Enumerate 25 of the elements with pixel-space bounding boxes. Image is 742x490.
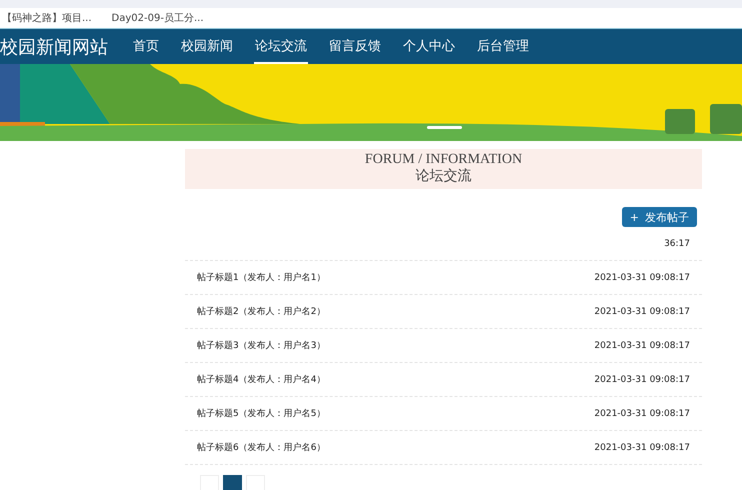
nav-link[interactable]: 后台管理 bbox=[476, 29, 530, 64]
post-time: 2021-03-31 09:08:17 bbox=[594, 442, 690, 452]
nav-link[interactable]: 留言反馈 bbox=[328, 29, 382, 64]
section-title-english: FORUM / INFORMATION bbox=[364, 152, 522, 168]
post-time: 2021-03-31 09:08:17 bbox=[594, 272, 690, 282]
post-time: 2021-03-31 09:08:17 bbox=[594, 306, 690, 316]
section-title-chinese: 论坛交流 bbox=[416, 168, 472, 186]
publish-post-button[interactable]: + 发布帖子 bbox=[622, 207, 697, 227]
post-title-link[interactable]: 帖子标题3（发布人：用户名3） bbox=[197, 339, 326, 352]
post-time: 2021-03-31 09:08:17 bbox=[594, 408, 690, 418]
bookmark[interactable]: Day02-09-员工分... bbox=[112, 11, 204, 25]
post-title-link[interactable]: 帖子标题4（发布人：用户名4） bbox=[197, 373, 326, 386]
nav-link[interactable]: 首页 bbox=[132, 29, 160, 64]
post-title-link[interactable]: 帖子标题1（发布人：用户名1） bbox=[197, 271, 326, 284]
site-title: 校园新闻网站 bbox=[0, 36, 109, 58]
bookmark[interactable]: 【码神之路】项目... bbox=[2, 11, 92, 25]
post-title-link[interactable]: 帖子标题5（发布人：用户名5） bbox=[197, 407, 326, 420]
post-time: 2021-03-31 09:08:17 bbox=[594, 340, 690, 350]
page-button[interactable] bbox=[223, 475, 242, 490]
nav-link[interactable]: 个人中心 bbox=[402, 29, 456, 64]
nav-link[interactable]: 校园新闻 bbox=[180, 29, 234, 64]
post-title-link[interactable]: 帖子标题6（发布人：用户名6） bbox=[197, 441, 326, 454]
post-time: 2021-03-31 09:08:17 bbox=[594, 374, 690, 384]
post-time: 36:17 bbox=[664, 238, 690, 248]
post-title-link[interactable]: 帖子标题2（发布人：用户名2） bbox=[197, 305, 326, 318]
